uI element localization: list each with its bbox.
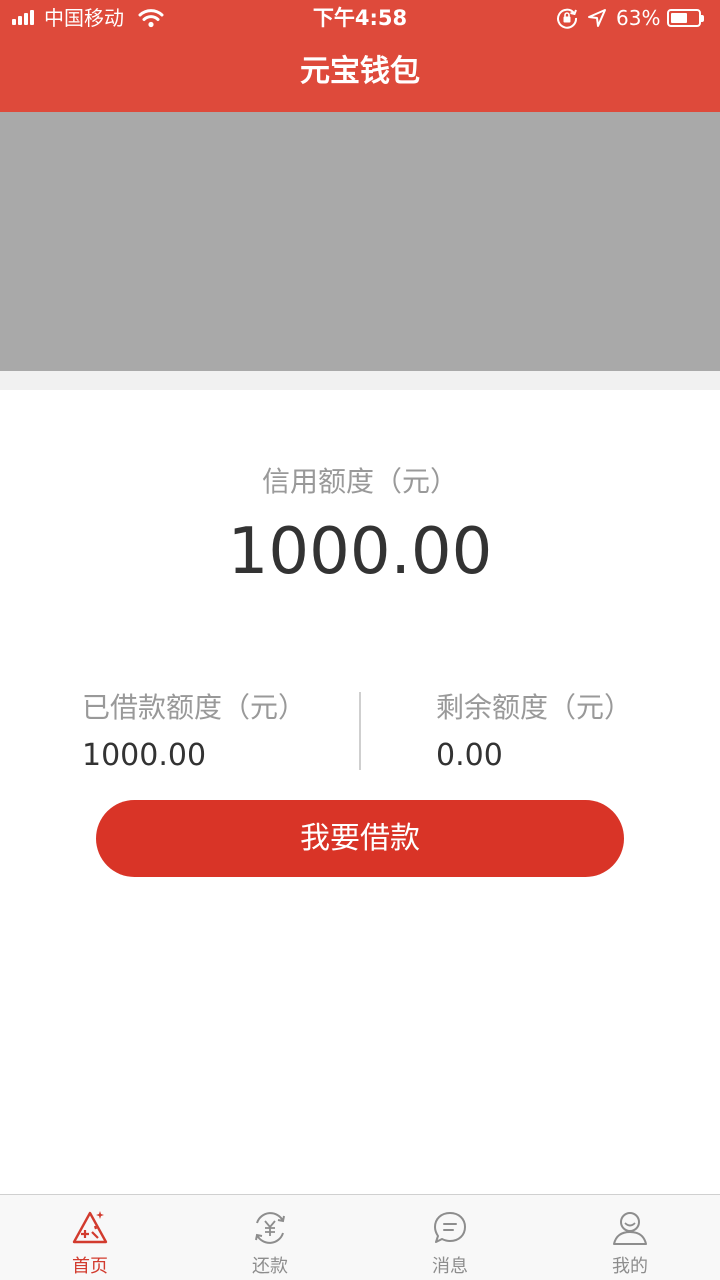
credit-limit-value: 1000.00 <box>227 515 493 589</box>
status-time: 下午4:58 <box>312 6 408 30</box>
borrowed-amount-label: 已借款额度（元） <box>82 691 307 724</box>
location-arrow-icon <box>588 9 606 27</box>
remaining-amount-label: 剩余额度（元） <box>436 691 633 724</box>
battery-percent: 63% <box>616 6 661 30</box>
home-icon <box>72 1211 108 1244</box>
tab-home[interactable]: 首页 <box>0 1195 180 1280</box>
battery-level-fill <box>671 13 687 23</box>
tab-profile[interactable]: 我的 <box>540 1195 720 1280</box>
app-header: 中国移动 下午4:58 63% 元宝钱包 <box>0 0 720 112</box>
status-bar: 中国移动 下午4:58 63% <box>0 0 720 36</box>
credit-limit-label: 信用额度（元） <box>261 465 458 498</box>
tab-repay[interactable]: 还款 <box>180 1195 360 1280</box>
tab-home-label: 首页 <box>72 1256 108 1277</box>
profile-icon <box>613 1212 647 1245</box>
rotation-lock-icon <box>557 8 578 29</box>
banner-image-placeholder[interactable] <box>0 112 720 371</box>
tab-profile-label: 我的 <box>612 1256 648 1277</box>
remaining-amount-value: 0.00 <box>436 738 503 773</box>
tab-repay-label: 还款 <box>252 1256 288 1277</box>
app-screen: 中国移动 下午4:58 63% 元宝钱包 信用额度（元） 1000.00 已借款… <box>0 0 720 1280</box>
message-icon <box>434 1212 466 1243</box>
bottom-tab-bar: 首页 还款 消息 我的 <box>0 1194 720 1280</box>
section-divider <box>0 371 720 390</box>
tab-messages-label: 消息 <box>432 1256 468 1277</box>
stats-divider <box>359 692 361 770</box>
page-title: 元宝钱包 <box>300 54 420 89</box>
battery-icon <box>667 9 704 27</box>
borrow-button[interactable]: 我要借款 <box>96 800 624 877</box>
borrowed-amount-value: 1000.00 <box>82 738 207 773</box>
tab-messages[interactable]: 消息 <box>360 1195 540 1280</box>
repay-yuan-icon <box>255 1212 285 1244</box>
